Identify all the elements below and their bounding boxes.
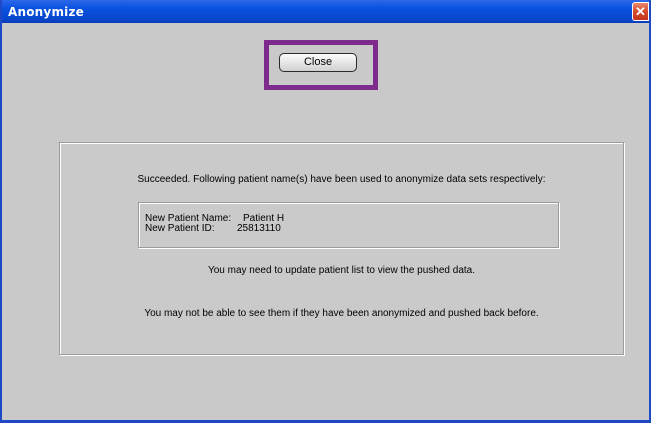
- close-button[interactable]: Close: [279, 53, 357, 72]
- title-bar[interactable]: Anonymize ✕: [2, 0, 649, 23]
- new-patient-id-row: New Patient ID: 25813110: [145, 223, 281, 234]
- window-close-icon[interactable]: ✕: [632, 2, 649, 21]
- anonymize-dialog: Anonymize ✕ Close Succeeded. Following p…: [0, 0, 651, 423]
- new-patient-id-value: 25813110: [237, 223, 281, 234]
- new-patient-id-label: New Patient ID:: [145, 223, 215, 234]
- window-title: Anonymize: [8, 5, 84, 19]
- success-message: Succeeded. Following patient name(s) hav…: [137, 174, 546, 185]
- update-list-note: You may need to update patient list to v…: [207, 265, 476, 276]
- result-panel: Succeeded. Following patient name(s) hav…: [59, 142, 624, 355]
- anonymized-warning-note: You may not be able to see them if they …: [144, 308, 539, 319]
- patient-info-box: New Patient Name: Patient H New Patient …: [138, 202, 559, 248]
